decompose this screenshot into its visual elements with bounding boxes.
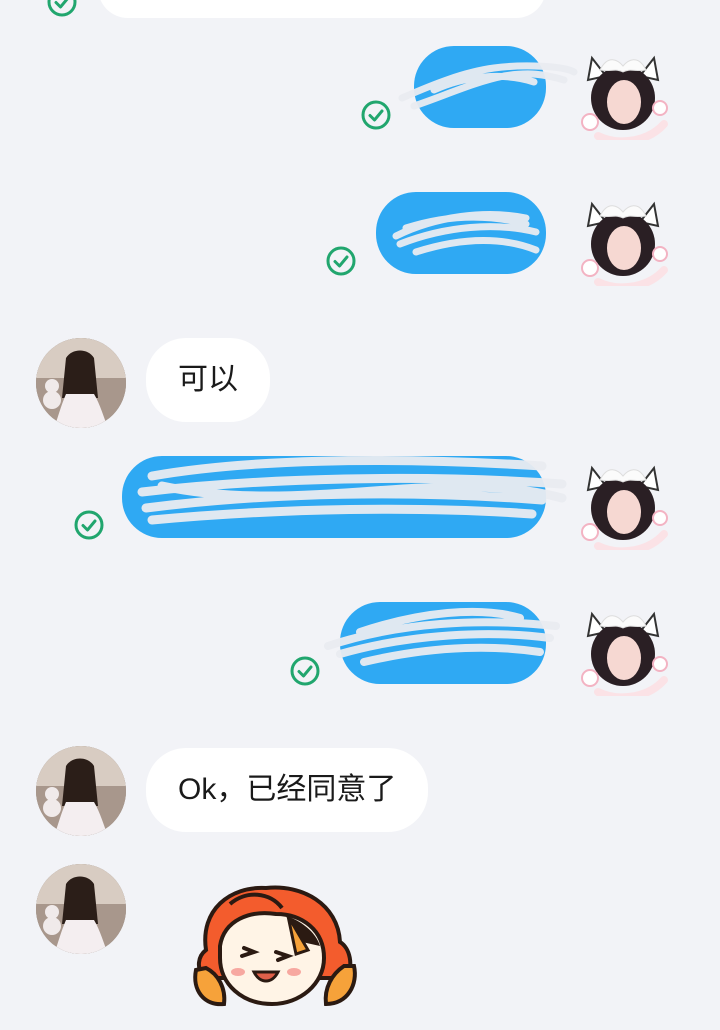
redaction-scribble bbox=[398, 62, 578, 110]
contact-photo-icon bbox=[36, 864, 126, 954]
redaction-scribble bbox=[137, 456, 567, 525]
message-text: 可以 bbox=[178, 363, 238, 396]
message-text: Ok，已经同意了 bbox=[178, 773, 397, 806]
incoming-message-bubble[interactable]: 可以 bbox=[146, 338, 270, 422]
my-avatar[interactable] bbox=[578, 196, 668, 286]
outgoing-message-bubble[interactable] bbox=[122, 456, 567, 538]
contact-avatar[interactable] bbox=[36, 864, 126, 954]
contact-avatar[interactable] bbox=[36, 338, 126, 428]
read-check-icon bbox=[361, 100, 391, 130]
outgoing-message-bubble[interactable] bbox=[398, 46, 578, 128]
incoming-message-bubble[interactable]: Ok，已经同意了 bbox=[146, 748, 429, 832]
my-avatar[interactable] bbox=[578, 50, 668, 140]
outgoing-message-bubble[interactable] bbox=[376, 192, 546, 274]
read-check-icon bbox=[290, 656, 320, 686]
contact-avatar[interactable] bbox=[36, 746, 126, 836]
contact-photo-icon bbox=[36, 338, 126, 428]
outgoing-message-bubble[interactable] bbox=[324, 602, 560, 684]
read-check-icon bbox=[74, 510, 104, 540]
partial-incoming-bubble[interactable] bbox=[98, 0, 546, 18]
read-check-icon bbox=[326, 246, 356, 276]
my-avatar[interactable] bbox=[578, 606, 668, 696]
read-check-icon bbox=[47, 0, 77, 17]
redaction-scribble bbox=[324, 607, 560, 666]
cartoon-character-sticker[interactable] bbox=[190, 880, 360, 1020]
redaction-scribble bbox=[392, 211, 540, 256]
contact-photo-icon bbox=[36, 746, 126, 836]
my-avatar[interactable] bbox=[578, 460, 668, 550]
